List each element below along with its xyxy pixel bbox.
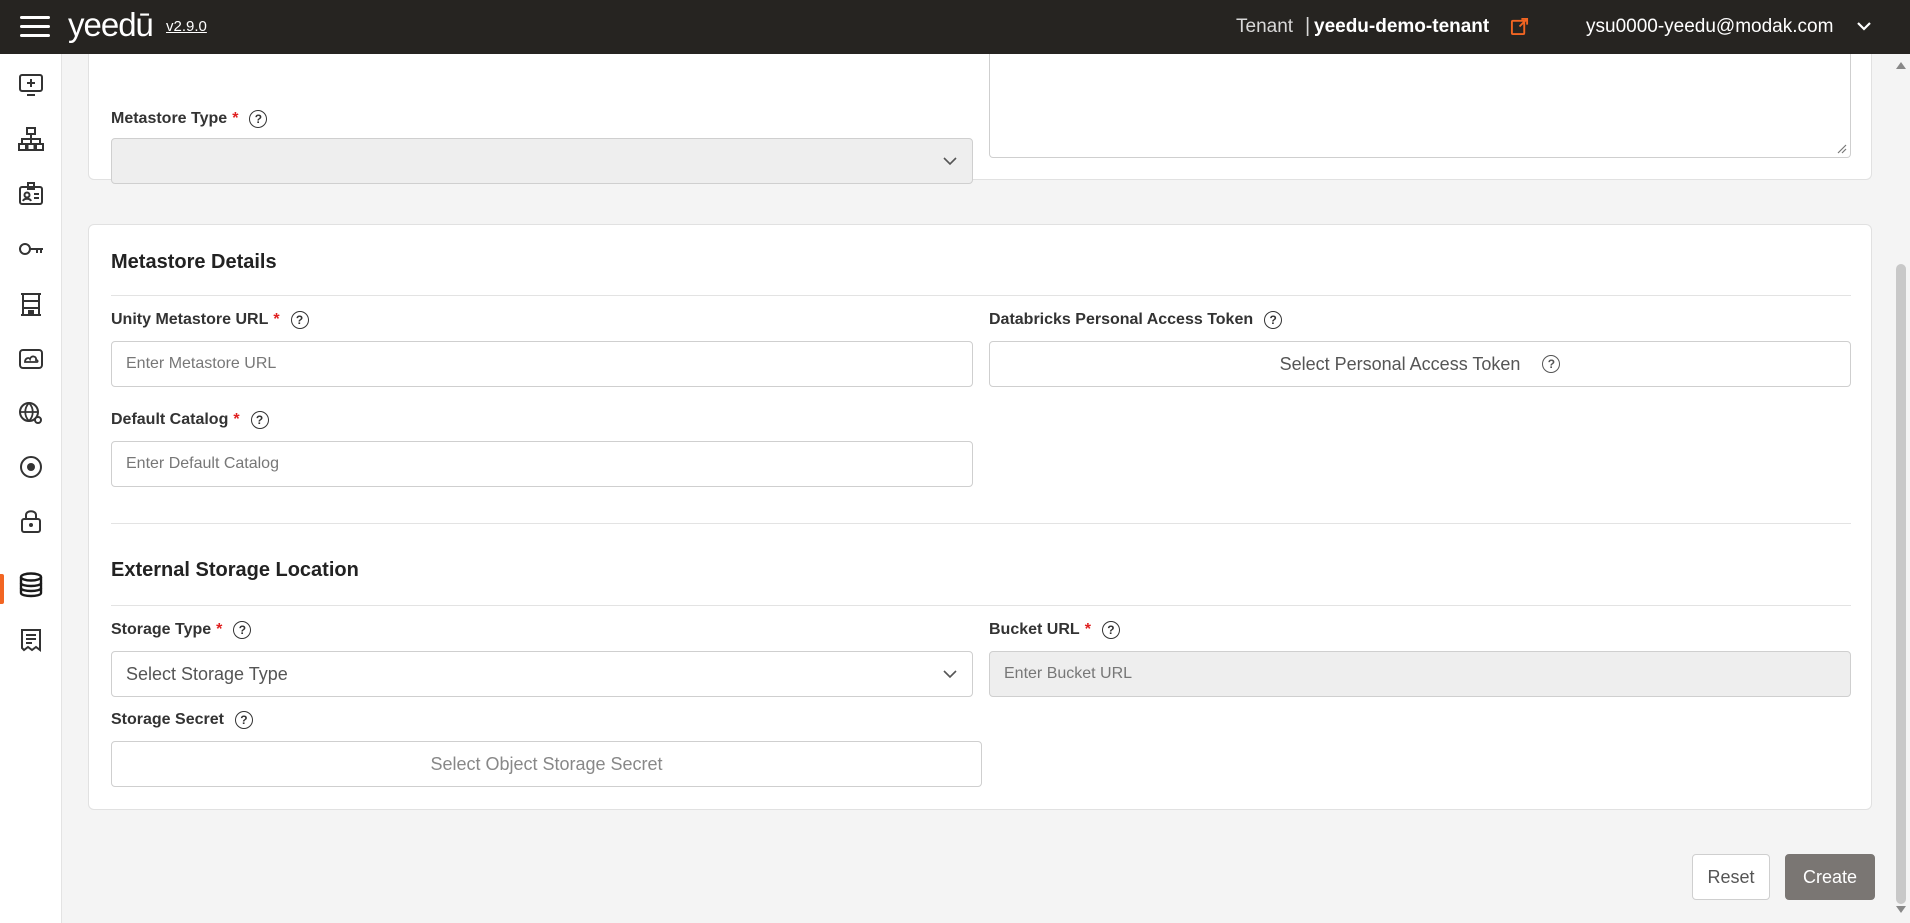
- tenant-name[interactable]: yeedu-demo-tenant: [1314, 16, 1489, 38]
- access-token-label: Databricks Personal Access Token ?: [989, 311, 1283, 329]
- bucket-url-input[interactable]: Enter Bucket URL: [989, 651, 1851, 697]
- sidebar-item-lock[interactable]: [12, 502, 50, 540]
- version-link[interactable]: v2.9.0: [166, 18, 207, 35]
- sidebar-item-id-card[interactable]: [12, 175, 50, 213]
- app-logo[interactable]: yeedū: [68, 6, 154, 44]
- help-icon[interactable]: ?: [1101, 621, 1120, 639]
- select-access-token-button[interactable]: Select Personal Access Token ?: [989, 341, 1851, 387]
- id-card-icon: [19, 182, 43, 205]
- globe-settings-icon: [19, 402, 42, 424]
- chevron-down-icon: [943, 670, 957, 679]
- active-indicator: [0, 574, 4, 604]
- monitor-plus-icon: [19, 74, 43, 96]
- help-icon[interactable]: ?: [234, 711, 253, 729]
- tenant-label: Tenant: [1236, 16, 1294, 37]
- tenant-separator: |: [1305, 15, 1311, 37]
- divider: [111, 295, 1851, 296]
- sidebar-item-keys[interactable]: [12, 230, 50, 268]
- lock-icon: [21, 510, 41, 533]
- reset-button[interactable]: Reset: [1692, 854, 1770, 900]
- help-icon[interactable]: ?: [250, 411, 269, 429]
- chevron-down-icon[interactable]: [1856, 20, 1872, 32]
- sidebar-item-documents[interactable]: [12, 621, 50, 659]
- document-list-icon: [21, 629, 41, 652]
- create-button[interactable]: Create: [1785, 854, 1875, 900]
- metastore-url-input[interactable]: Enter Metastore URL: [111, 341, 973, 387]
- key-icon: [19, 243, 43, 255]
- sidebar-item-building[interactable]: [12, 285, 50, 323]
- target-icon: [20, 456, 42, 478]
- help-icon[interactable]: ?: [1542, 355, 1561, 373]
- building-icon: [21, 293, 41, 316]
- default-catalog-input[interactable]: Enter Default Catalog: [111, 441, 973, 487]
- help-icon[interactable]: ?: [1264, 311, 1283, 329]
- storage-type-select[interactable]: Select Storage Type: [111, 651, 973, 697]
- help-icon[interactable]: ?: [249, 110, 268, 128]
- sidebar-item-globe[interactable]: [12, 394, 50, 432]
- cloud-drive-icon: [19, 349, 43, 369]
- menu-icon[interactable]: [20, 16, 50, 38]
- metastore-details-card: Metastore Details Unity Metastore URL * ?…: [88, 224, 1872, 810]
- help-icon[interactable]: ?: [233, 621, 252, 639]
- top-bar: yeedū v2.9.0 Tenant | yeedu-demo-tenant …: [0, 0, 1910, 54]
- bucket-url-label: Bucket URL * ?: [989, 621, 1120, 639]
- sidebar-item-monitor[interactable]: [12, 66, 50, 104]
- sidebar-item-hierarchy[interactable]: [12, 120, 50, 158]
- storage-secret-label: Storage Secret ?: [111, 711, 253, 729]
- select-storage-secret-button[interactable]: Select Object Storage Secret: [111, 741, 982, 787]
- database-icon: [19, 572, 43, 598]
- resize-handle-icon[interactable]: [1837, 144, 1847, 154]
- sidebar-item-cloud-drive[interactable]: [12, 340, 50, 378]
- scroll-up-arrow-icon[interactable]: [1896, 62, 1906, 69]
- external-storage-title: External Storage Location: [111, 559, 359, 581]
- storage-type-label: Storage Type * ?: [111, 621, 252, 639]
- scrollbar[interactable]: [1892, 54, 1910, 923]
- divider: [111, 523, 1851, 524]
- metastore-type-label: Metastore Type * ?: [111, 110, 268, 128]
- scrollbar-thumb[interactable]: [1896, 264, 1906, 904]
- scroll-down-arrow-icon[interactable]: [1896, 906, 1906, 913]
- metastore-basic-card: Metastore Type * ?: [88, 54, 1872, 184]
- external-link-icon[interactable]: [1510, 17, 1529, 36]
- sidebar: [0, 54, 62, 923]
- main-content: Metastore Type * ? Metastore Details Unit…: [70, 54, 1890, 916]
- hierarchy-icon: [18, 127, 44, 151]
- metastore-url-label: Unity Metastore URL * ?: [111, 311, 309, 329]
- divider: [111, 605, 1851, 606]
- chevron-down-icon: [943, 157, 957, 166]
- metastore-type-select[interactable]: [111, 138, 973, 184]
- user-email[interactable]: ysu0000-yeedu@modak.com: [1586, 16, 1833, 38]
- sidebar-item-metastore[interactable]: [12, 566, 50, 604]
- default-catalog-label: Default Catalog * ?: [111, 411, 269, 429]
- sidebar-item-target[interactable]: [12, 448, 50, 486]
- help-icon[interactable]: ?: [290, 311, 309, 329]
- description-textarea[interactable]: [989, 54, 1851, 158]
- metastore-details-title: Metastore Details: [111, 251, 277, 273]
